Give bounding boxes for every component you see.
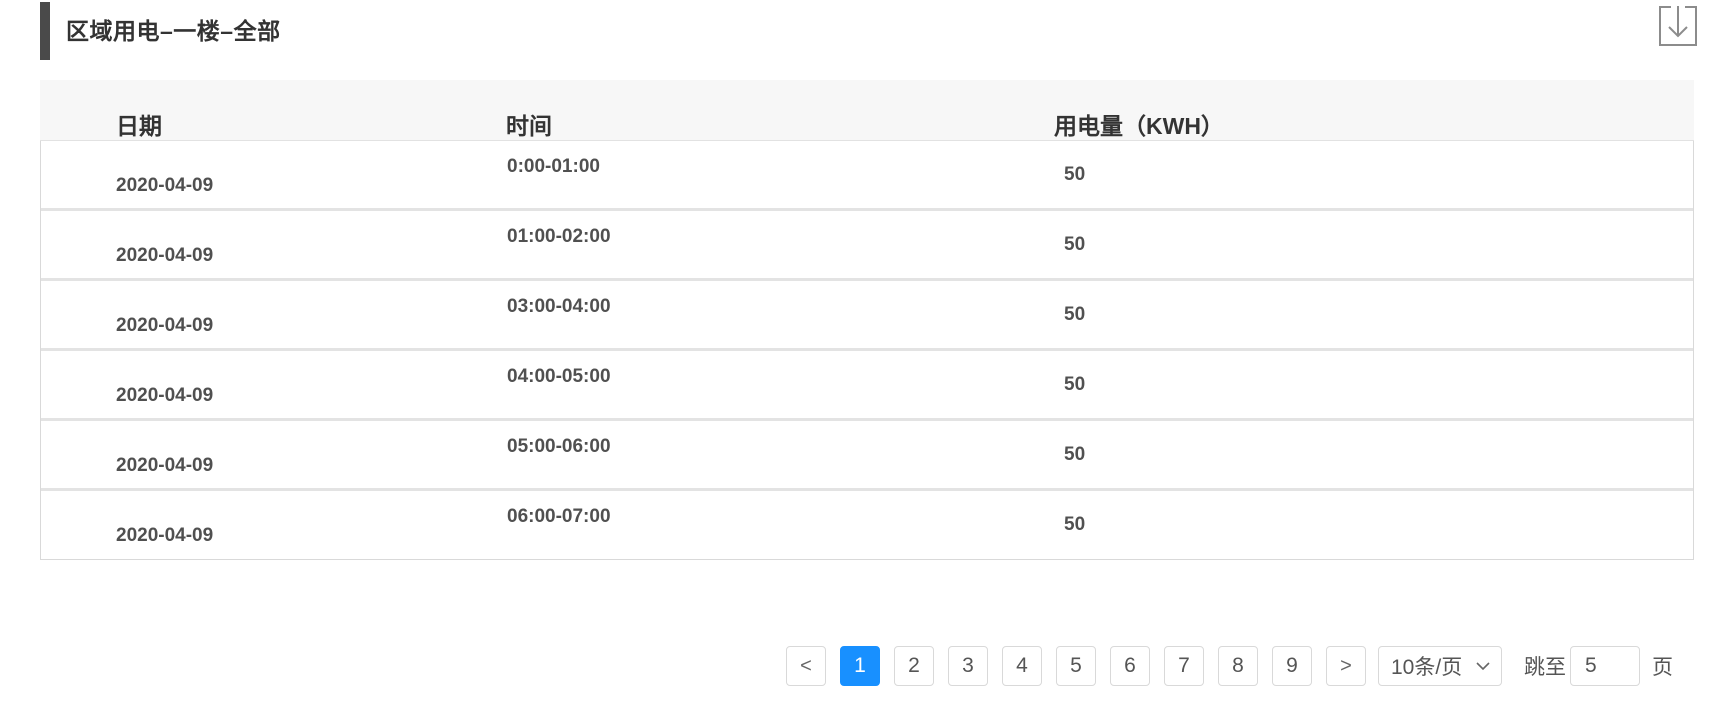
page-button-8[interactable]: 8 (1218, 646, 1258, 686)
page-suffix-label: 页 (1652, 656, 1673, 679)
prev-page-button[interactable]: < (786, 646, 826, 686)
page-button-5[interactable]: 5 (1056, 646, 1096, 686)
page-button-2[interactable]: 2 (894, 646, 934, 686)
cell-time: 04:00-05:00 (507, 366, 611, 387)
table-body: 2020-04-09 0:00-01:00 50 2020-04-09 01:0… (40, 141, 1694, 560)
table-row: 2020-04-09 0:00-01:00 50 (41, 141, 1693, 211)
table-header: 日期 时间 用电量（KWH） (40, 80, 1694, 141)
page-size-label: 10条/页 (1391, 656, 1463, 679)
jump-page-input[interactable] (1570, 646, 1640, 686)
page-button-7[interactable]: 7 (1164, 646, 1204, 686)
download-icon (1659, 6, 1697, 46)
cell-date: 2020-04-09 (116, 315, 214, 336)
cell-date: 2020-04-09 (116, 525, 214, 546)
jump-label: 跳至 (1524, 656, 1566, 679)
table-row: 2020-04-09 06:00-07:00 50 (41, 491, 1693, 559)
cell-time: 06:00-07:00 (507, 506, 611, 527)
cell-time: 01:00-02:00 (507, 226, 611, 247)
usage-table: 日期 时间 用电量（KWH） 2020-04-09 0:00-01:00 50 … (40, 80, 1694, 560)
table-row: 2020-04-09 04:00-05:00 50 (41, 351, 1693, 421)
page-button-6[interactable]: 6 (1110, 646, 1150, 686)
page-button-1[interactable]: 1 (840, 646, 880, 686)
page-button-9[interactable]: 9 (1272, 646, 1312, 686)
cell-date: 2020-04-09 (116, 455, 214, 476)
cell-usage: 50 (1064, 374, 1086, 395)
next-page-button[interactable]: > (1326, 646, 1366, 686)
cell-date: 2020-04-09 (116, 245, 214, 266)
cell-usage: 50 (1064, 444, 1086, 465)
page-button-3[interactable]: 3 (948, 646, 988, 686)
cell-date: 2020-04-09 (116, 175, 214, 196)
column-header-usage: 用电量（KWH） (1054, 113, 1224, 139)
cell-usage: 50 (1064, 304, 1086, 325)
cell-usage: 50 (1064, 514, 1086, 535)
cell-date: 2020-04-09 (116, 385, 214, 406)
column-header-date: 日期 (116, 113, 162, 139)
cell-time: 03:00-04:00 (507, 296, 611, 317)
page-button-4[interactable]: 4 (1002, 646, 1042, 686)
cell-time: 0:00-01:00 (507, 156, 600, 177)
cell-usage: 50 (1064, 234, 1086, 255)
cell-time: 05:00-06:00 (507, 436, 611, 457)
title-accent-bar (40, 2, 50, 60)
chevron-down-icon (1476, 662, 1490, 671)
table-row: 2020-04-09 05:00-06:00 50 (41, 421, 1693, 491)
section-header: 区域用电–一楼–全部 (40, 0, 1700, 64)
export-button[interactable] (1659, 6, 1697, 46)
table-row: 2020-04-09 03:00-04:00 50 (41, 281, 1693, 351)
table-row: 2020-04-09 01:00-02:00 50 (41, 211, 1693, 281)
page-size-select[interactable]: 10条/页 (1378, 646, 1502, 686)
cell-usage: 50 (1064, 164, 1086, 185)
pagination: < 1 2 3 4 5 6 7 8 9 > 10条/页 跳至 页 (786, 645, 1673, 687)
column-header-time: 时间 (506, 113, 552, 139)
page-title: 区域用电–一楼–全部 (66, 18, 281, 44)
